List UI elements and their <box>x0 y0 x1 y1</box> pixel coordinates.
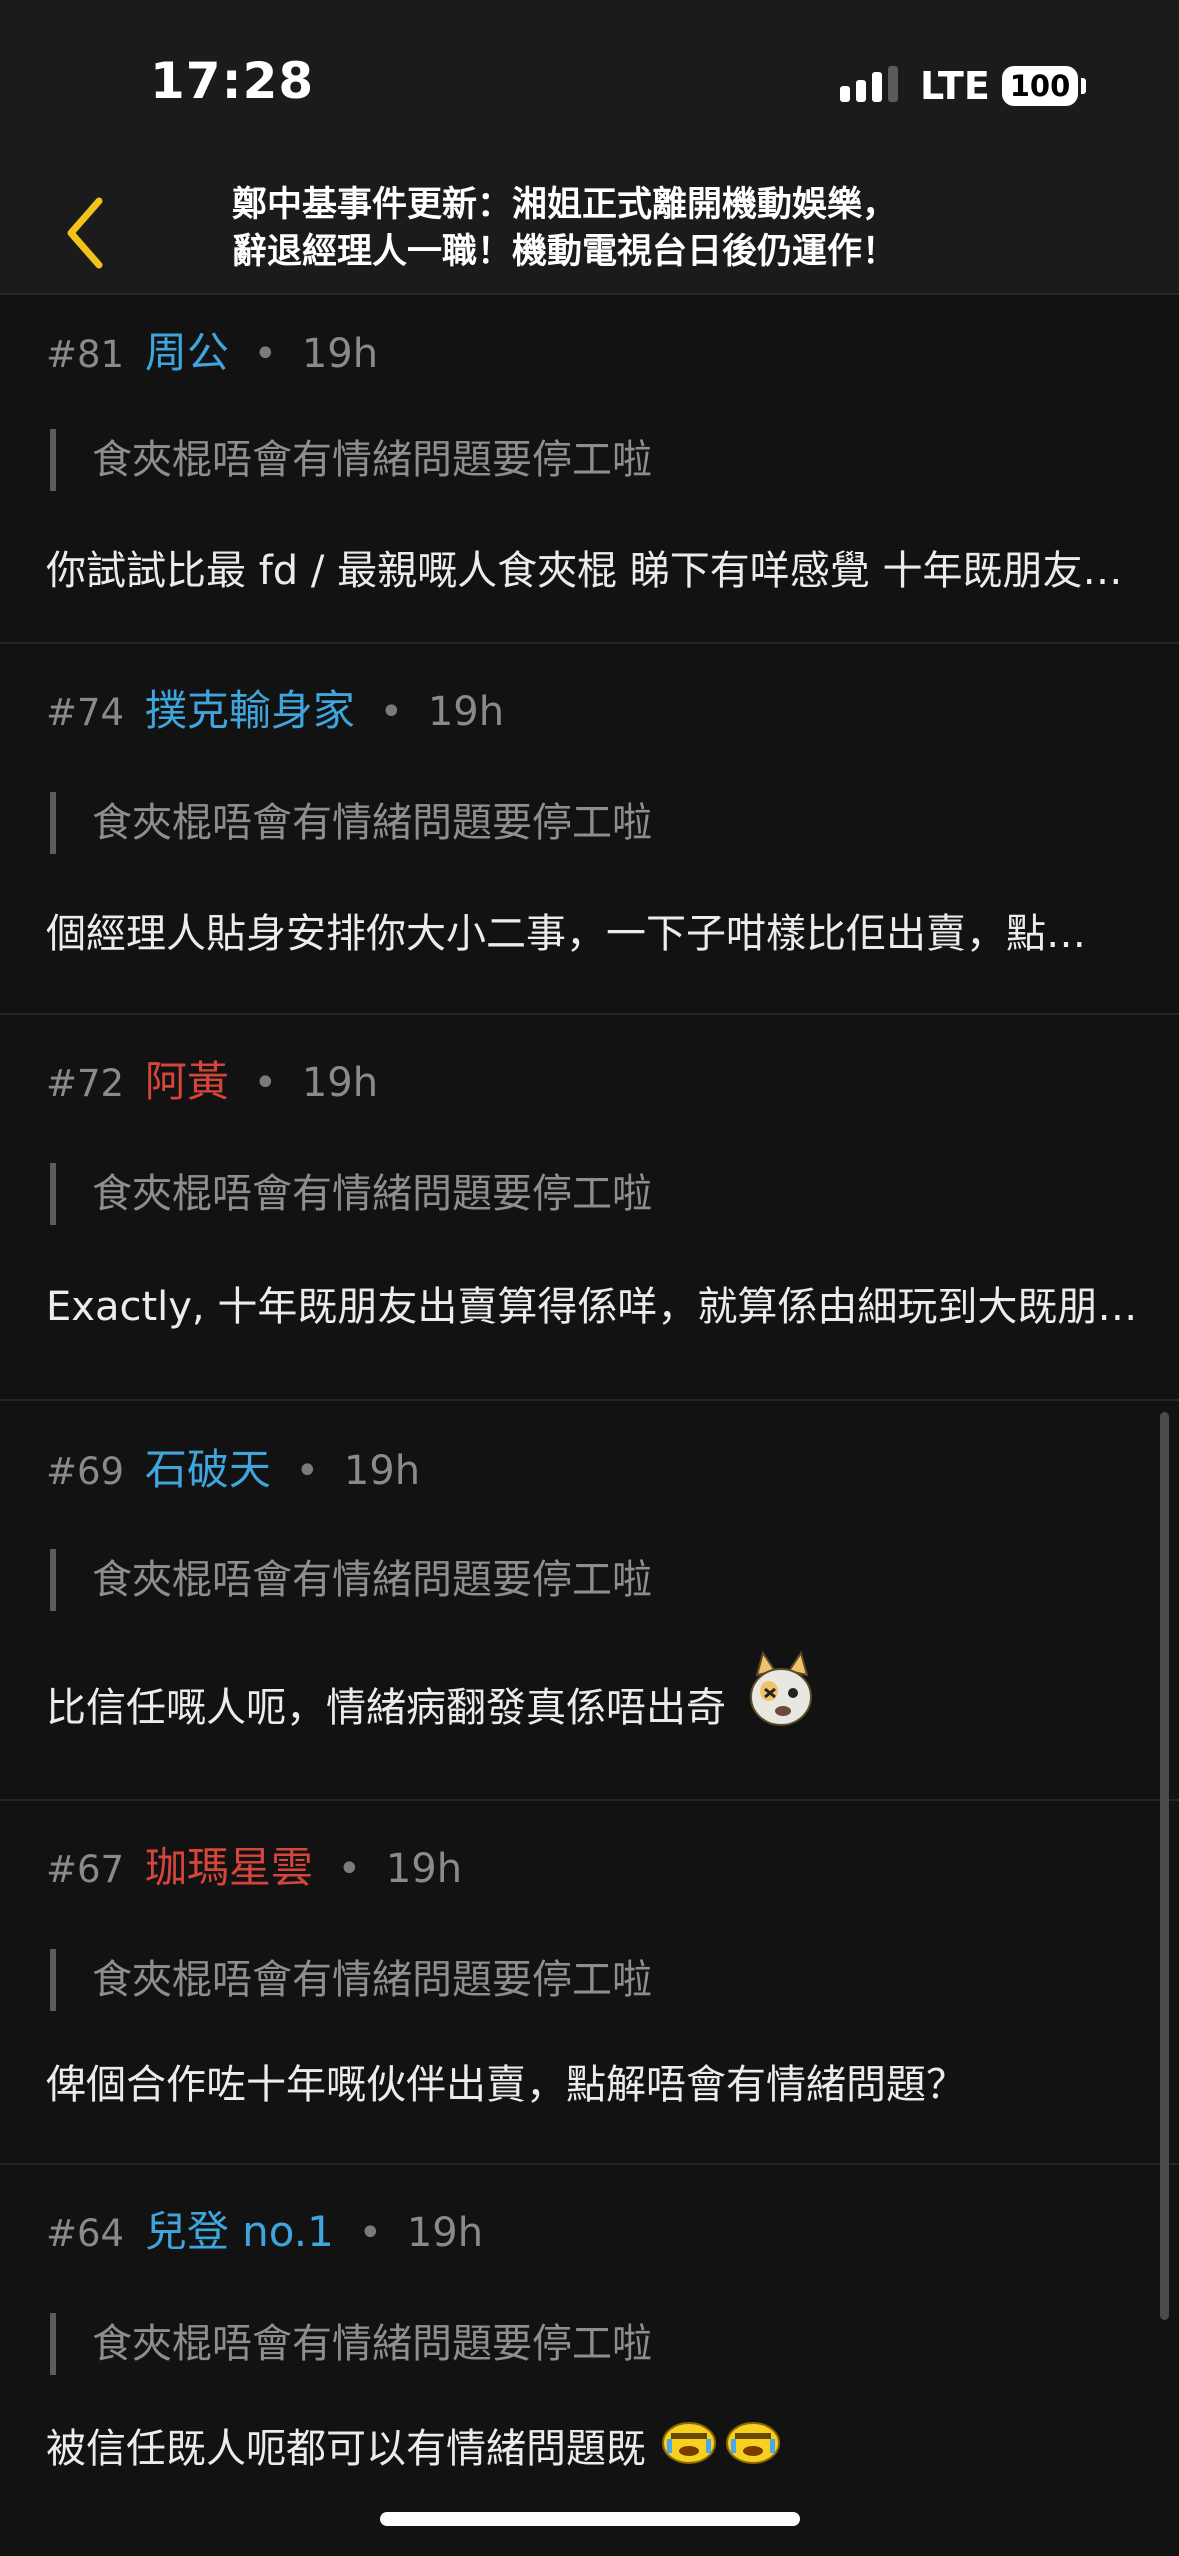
username-link[interactable]: 珈瑪星雲 <box>145 1843 313 1892</box>
yellow-crying-face-sticker-icon <box>661 2422 780 2464</box>
reply-meta: #81 周公 • 19h <box>46 328 378 380</box>
scrollbar[interactable] <box>1160 1412 1169 2320</box>
quoted-text: 食夾棍唔會有情緒問題要停工啦 <box>50 1549 652 1611</box>
back-button[interactable] <box>55 182 145 282</box>
reply-body-text: 比信任嘅人呃，情緒病翻發真係唔出奇 <box>46 1685 726 1731</box>
separator-dot: • <box>295 1448 320 1494</box>
post-time: 19h <box>301 331 379 377</box>
reply-item[interactable]: #67 珈瑪星雲 • 19h 食夾棍唔會有情緒問題要停工啦 俾個合作咗十年嘅伙伴… <box>0 1801 1179 2165</box>
reply-item[interactable]: #64 兒登 no.1 • 19h 食夾棍唔會有情緒問題要停工啦 被信任既人呃都… <box>0 2165 1179 2545</box>
username-link[interactable]: 撲克輸身家 <box>145 686 355 735</box>
home-indicator[interactable] <box>380 2512 800 2526</box>
reply-number: #67 <box>46 1848 125 1891</box>
post-time: 19h <box>343 1448 421 1494</box>
reply-body: 個經理人貼身安排你大小二事，一下子咁樣比佢出賣，點解唔會有情緒問題 <box>46 911 1116 957</box>
quoted-text: 食夾棍唔會有情緒問題要停工啦 <box>50 2313 652 2375</box>
chevron-left-icon <box>67 197 103 269</box>
reply-body: 你試試比最 fd / 最親嘅人食夾棍 睇下有咩感覺 十年既朋友出賣算得係咩 <box>46 548 1136 594</box>
reply-body: 比信任嘅人呃，情緒病翻發真係唔出奇 <box>46 1651 1136 1753</box>
username-link[interactable]: 阿黃 <box>145 1057 229 1106</box>
reply-item[interactable]: #74 撲克輸身家 • 19h 食夾棍唔會有情緒問題要停工啦 個經理人貼身安排你… <box>0 644 1179 1015</box>
reply-meta: #74 撲克輸身家 • 19h <box>46 686 504 738</box>
reply-meta: #67 珈瑪星雲 • 19h <box>46 1843 462 1895</box>
post-time: 19h <box>427 689 505 735</box>
battery-icon: 100 <box>1002 66 1078 106</box>
reply-meta: #69 石破天 • 19h <box>46 1445 420 1497</box>
reply-item[interactable]: #69 石破天 • 19h 食夾棍唔會有情緒問題要停工啦 比信任嘅人呃，情緒病翻… <box>0 1401 1179 1801</box>
reply-list: #81 周公 • 19h 食夾棍唔會有情緒問題要停工啦 你試試比最 fd / 最… <box>0 295 1179 2545</box>
username-link[interactable]: 石破天 <box>145 1445 271 1494</box>
reply-number: #64 <box>46 2212 125 2255</box>
battery-tip <box>1081 78 1086 94</box>
separator-dot: • <box>337 1846 362 1892</box>
quoted-text: 食夾棍唔會有情緒問題要停工啦 <box>50 1163 652 1225</box>
reply-number: #69 <box>46 1450 125 1493</box>
reply-body: 被信任既人呃都可以有情緒問題既 <box>46 2409 1136 2489</box>
quoted-text: 食夾棍唔會有情緒問題要停工啦 <box>50 1949 652 2011</box>
reply-number: #81 <box>46 333 125 376</box>
reply-body: Exactly, 十年既朋友出賣算得係咩，就算係由細玩到大既朋友都會有情緒問題 <box>46 1284 1146 1330</box>
quoted-text: 食夾棍唔會有情緒問題要停工啦 <box>50 429 652 491</box>
quoted-text: 食夾棍唔會有情緒問題要停工啦 <box>50 792 652 854</box>
reply-number: #74 <box>46 691 125 734</box>
reply-meta: #72 阿黃 • 19h <box>46 1057 378 1109</box>
status-bar: 17:28 LTE 100 <box>0 0 1179 170</box>
signal-strength-icon <box>840 66 902 108</box>
username-link[interactable]: 周公 <box>145 328 229 377</box>
thread-title: 鄭中基事件更新：湘姐正式離開機動娛樂， 辭退經理人一職！機動電視台日後仍運作！ <box>232 185 898 272</box>
reply-number: #72 <box>46 1062 125 1105</box>
reply-meta: #64 兒登 no.1 • 19h <box>46 2207 483 2259</box>
separator-dot: • <box>253 331 278 377</box>
status-time: 17:28 <box>150 52 315 110</box>
separator-dot: • <box>379 689 404 735</box>
reply-item[interactable]: #81 周公 • 19h 食夾棍唔會有情緒問題要停工啦 你試試比最 fd / 最… <box>0 295 1179 644</box>
dizzy-dog-sticker-icon <box>749 1651 812 1726</box>
separator-dot: • <box>358 2210 383 2256</box>
reply-body-text: 被信任既人呃都可以有情緒問題既 <box>46 2426 646 2472</box>
post-time: 19h <box>301 1060 379 1106</box>
network-type: LTE <box>920 64 990 108</box>
separator-dot: • <box>253 1060 278 1106</box>
post-time: 19h <box>406 2210 484 2256</box>
reply-body: 俾個合作咗十年嘅伙伴出賣，點解唔會有情緒問題？ <box>46 2062 966 2108</box>
reply-item[interactable]: #72 阿黃 • 19h 食夾棍唔會有情緒問題要停工啦 Exactly, 十年既… <box>0 1015 1179 1401</box>
nav-header: 鄭中基事件更新：湘姐正式離開機動娛樂， 辭退經理人一職！機動電視台日後仍運作！ <box>0 170 1179 295</box>
username-link[interactable]: 兒登 no.1 <box>145 2207 334 2256</box>
post-time: 19h <box>385 1846 463 1892</box>
